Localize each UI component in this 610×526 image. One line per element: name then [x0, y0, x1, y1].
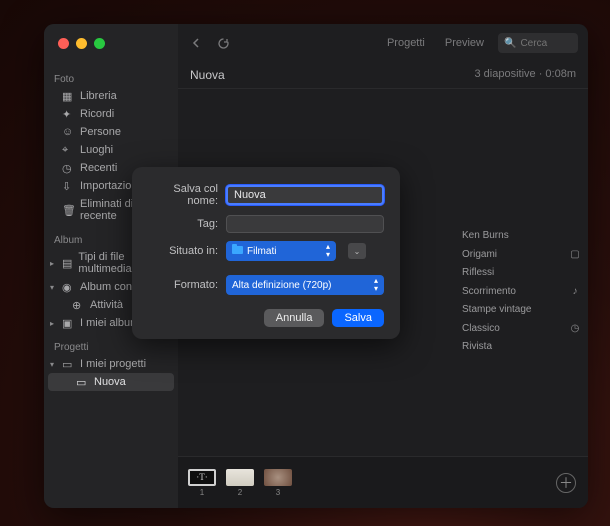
- save-sheet: Salva col nome: Tag: Situato in: Filmati…: [132, 167, 400, 339]
- tag-input[interactable]: [226, 215, 384, 233]
- name-input[interactable]: [226, 185, 384, 205]
- cancel-button[interactable]: Annulla: [264, 309, 325, 327]
- tag-label: Tag:: [148, 218, 218, 230]
- chevron-updown-icon: ▴▾: [326, 243, 330, 259]
- save-button[interactable]: Salva: [332, 309, 384, 327]
- expand-location-button[interactable]: ⌄: [348, 243, 366, 259]
- folder-icon: [232, 246, 243, 254]
- chevron-updown-icon: ▴▾: [374, 277, 378, 293]
- location-label: Situato in:: [148, 245, 218, 257]
- name-label: Salva col nome:: [148, 183, 218, 207]
- location-select[interactable]: Filmati ▴▾: [226, 241, 336, 261]
- format-select[interactable]: Alta definizione (720p) ▴▾: [226, 275, 384, 295]
- format-label: Formato:: [148, 279, 218, 291]
